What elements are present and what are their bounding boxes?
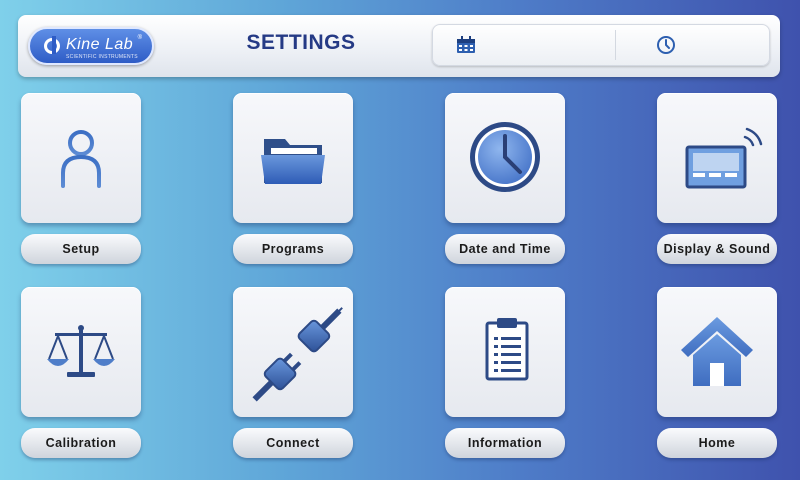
clipboard-icon xyxy=(485,318,529,381)
home-icon xyxy=(681,317,753,386)
user-icon xyxy=(61,130,101,188)
date-time-panel[interactable] xyxy=(432,24,770,66)
folder-icon xyxy=(261,139,325,184)
brand-logo: Kine Lab SCIENTIFIC INSTRUMENTS ® xyxy=(28,27,154,65)
logo-registered-mark: ® xyxy=(137,35,142,41)
balance-scale-icon xyxy=(47,325,115,377)
information-button[interactable]: Information xyxy=(445,428,565,458)
date-and-time-tile[interactable] xyxy=(445,93,565,223)
setup-tile[interactable] xyxy=(21,93,141,223)
programs-button[interactable]: Programs xyxy=(233,234,353,264)
display-and-sound-tile[interactable] xyxy=(657,93,777,223)
display-icon xyxy=(685,127,763,189)
logo-mark-icon xyxy=(44,36,60,54)
home-tile[interactable] xyxy=(657,287,777,417)
plug-icon xyxy=(252,307,343,402)
calibration-button[interactable]: Calibration xyxy=(21,428,141,458)
page-title: SETTINGS xyxy=(246,31,356,54)
calendar-icon xyxy=(457,36,475,53)
connect-button[interactable]: Connect xyxy=(233,428,353,458)
logo-tagline: SCIENTIFIC INSTRUMENTS xyxy=(66,54,138,60)
programs-tile[interactable] xyxy=(233,93,353,223)
logo-name: Kine Lab xyxy=(66,36,134,53)
calibration-tile[interactable] xyxy=(21,287,141,417)
setup-button[interactable]: Setup xyxy=(21,234,141,264)
clock-icon xyxy=(657,36,675,54)
date-and-time-button[interactable]: Date and Time xyxy=(445,234,565,264)
display-and-sound-button[interactable]: Display & Sound xyxy=(657,234,777,264)
home-button[interactable]: Home xyxy=(657,428,777,458)
header-bar: Kine Lab SCIENTIFIC INSTRUMENTS ® SETTIN… xyxy=(18,15,780,77)
information-tile[interactable] xyxy=(445,287,565,417)
date-time-divider xyxy=(615,30,616,60)
connect-tile[interactable] xyxy=(233,287,353,417)
clock-icon xyxy=(470,122,540,192)
